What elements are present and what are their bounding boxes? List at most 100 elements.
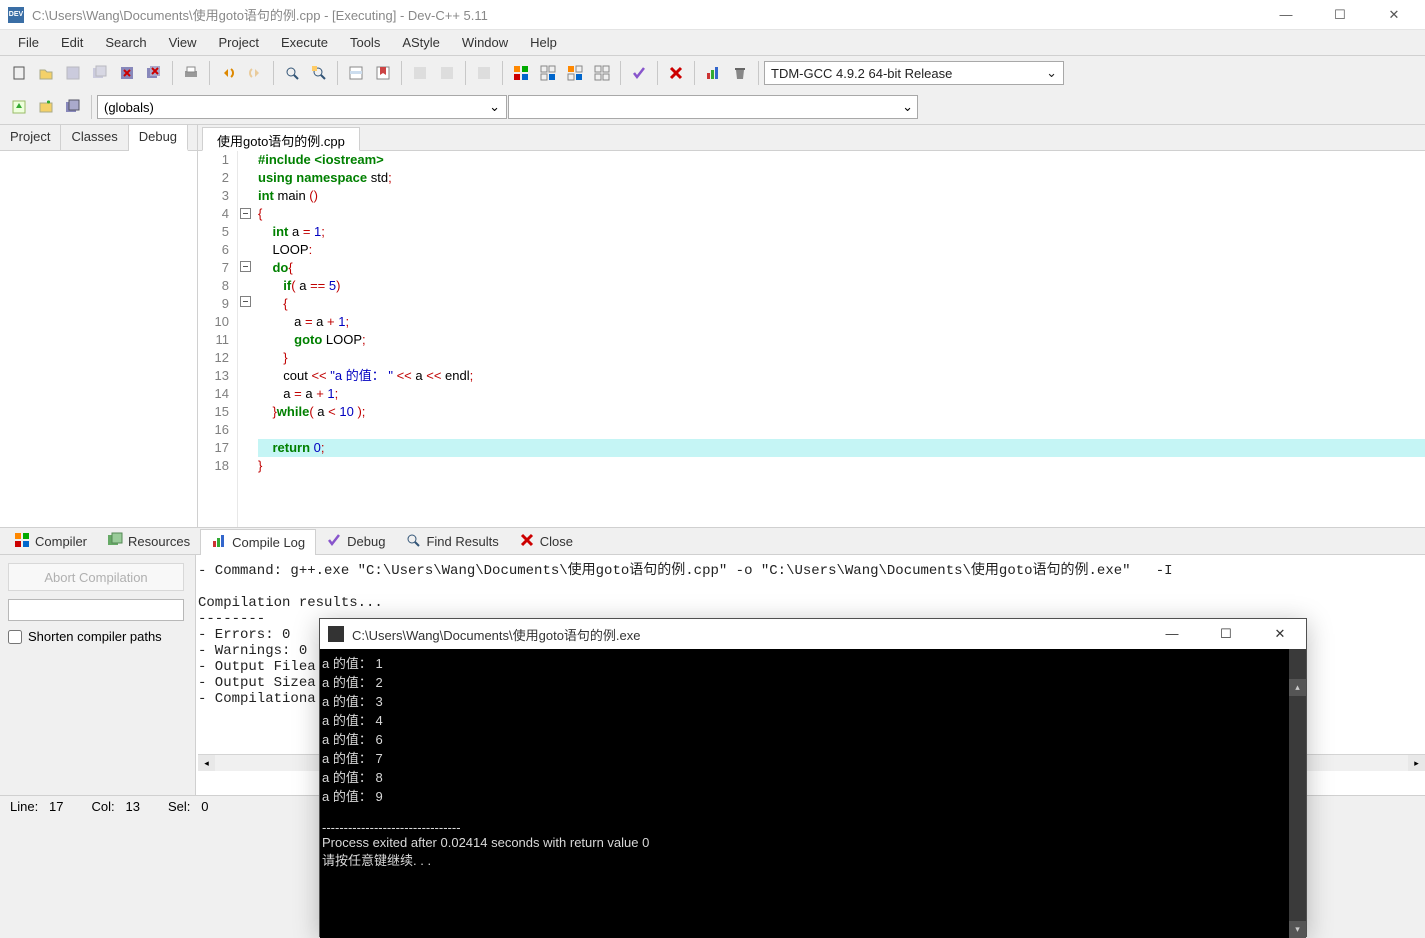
new-file-icon[interactable] xyxy=(6,60,32,86)
shorten-paths-input[interactable] xyxy=(8,630,22,644)
console-scrollbar[interactable]: ▴ ▾ xyxy=(1289,649,1306,938)
code-line[interactable]: { xyxy=(258,295,1425,313)
check-icon xyxy=(326,532,342,551)
replace-icon[interactable] xyxy=(306,60,332,86)
compiler-select[interactable]: TDM-GCC 4.9.2 64-bit Release ⌄ xyxy=(764,61,1064,85)
code-line[interactable]: using namespace std; xyxy=(258,169,1425,187)
window-close[interactable]: ✕ xyxy=(1379,7,1409,23)
bottom-tab-close[interactable]: Close xyxy=(509,529,583,554)
code-line[interactable]: return 0; xyxy=(258,439,1425,457)
save-all-icon[interactable] xyxy=(87,60,113,86)
undo-icon[interactable] xyxy=(215,60,241,86)
new-project-icon[interactable] xyxy=(6,94,32,120)
fold-line xyxy=(238,436,252,454)
scroll-down-icon[interactable]: ▾ xyxy=(1289,921,1306,938)
fold-line xyxy=(238,187,252,205)
trash-icon[interactable] xyxy=(727,60,753,86)
console-titlebar[interactable]: C:\Users\Wang\Documents\使用goto语句的例.exe —… xyxy=(320,619,1306,649)
code-line[interactable]: a = a + 1; xyxy=(258,313,1425,331)
bottom-tab-compile-log[interactable]: Compile Log xyxy=(200,529,316,555)
menu-project[interactable]: Project xyxy=(209,32,269,53)
window-minimize[interactable]: — xyxy=(1271,7,1301,23)
menu-search[interactable]: Search xyxy=(95,32,156,53)
fold-line xyxy=(238,275,252,293)
shorten-paths-checkbox[interactable]: Shorten compiler paths xyxy=(8,629,187,644)
grid3-icon[interactable] xyxy=(562,60,588,86)
editor-tab[interactable]: 使用goto语句的例.cpp xyxy=(202,127,360,151)
member-select[interactable]: ⌄ xyxy=(508,95,918,119)
menu-help[interactable]: Help xyxy=(520,32,567,53)
code-line[interactable]: a = a + 1; xyxy=(258,385,1425,403)
scroll-right-icon[interactable]: ▸ xyxy=(1408,755,1425,771)
menu-tools[interactable]: Tools xyxy=(340,32,390,53)
remove-file-icon[interactable] xyxy=(60,94,86,120)
console-window[interactable]: C:\Users\Wang\Documents\使用goto语句的例.exe —… xyxy=(319,618,1307,937)
left-tab-debug[interactable]: Debug xyxy=(129,125,188,151)
toolbars: TDM-GCC 4.9.2 64-bit Release ⌄ (globals)… xyxy=(0,56,1425,125)
compile-icon[interactable] xyxy=(407,60,433,86)
find-icon[interactable] xyxy=(279,60,305,86)
rebuild-icon[interactable] xyxy=(471,60,497,86)
sb-col-label: Col: xyxy=(92,799,115,814)
fold-toggle-icon[interactable] xyxy=(240,261,251,272)
code-line[interactable]: } xyxy=(258,349,1425,367)
scroll-up-icon[interactable]: ▴ xyxy=(1289,679,1306,696)
bottom-tab-compiler[interactable]: Compiler xyxy=(4,529,97,554)
source-code[interactable]: #include <iostream>using namespace std;i… xyxy=(252,151,1425,527)
code-line[interactable]: goto LOOP; xyxy=(258,331,1425,349)
menu-file[interactable]: File xyxy=(8,32,49,53)
code-line[interactable]: #include <iostream> xyxy=(258,151,1425,169)
menu-window[interactable]: Window xyxy=(452,32,518,53)
code-line[interactable]: int main () xyxy=(258,187,1425,205)
close-all-icon[interactable] xyxy=(141,60,167,86)
open-file-icon[interactable] xyxy=(33,60,59,86)
globals-select-label: (globals) xyxy=(104,100,154,115)
bottom-tab-find-results[interactable]: Find Results xyxy=(395,529,508,554)
close-file-icon[interactable] xyxy=(114,60,140,86)
grid2-icon[interactable] xyxy=(535,60,561,86)
console-minimize[interactable]: — xyxy=(1154,626,1190,642)
profile-icon[interactable] xyxy=(700,60,726,86)
code-line[interactable]: do{ xyxy=(258,259,1425,277)
scroll-left-icon[interactable]: ◂ xyxy=(198,755,215,771)
menu-astyle[interactable]: AStyle xyxy=(392,32,450,53)
fold-toggle-icon[interactable] xyxy=(240,296,251,307)
add-file-icon[interactable] xyxy=(33,94,59,120)
grid1-icon[interactable] xyxy=(508,60,534,86)
redo-icon[interactable] xyxy=(242,60,268,86)
run-icon[interactable] xyxy=(434,60,460,86)
grid-icon xyxy=(14,532,30,551)
menu-edit[interactable]: Edit xyxy=(51,32,93,53)
menu-view[interactable]: View xyxy=(159,32,207,53)
bottom-tab-resources[interactable]: Resources xyxy=(97,529,200,554)
save-icon[interactable] xyxy=(60,60,86,86)
code-line[interactable]: { xyxy=(258,205,1425,223)
console-maximize[interactable]: ☐ xyxy=(1208,626,1244,642)
globals-select[interactable]: (globals) ⌄ xyxy=(97,95,507,119)
code-line[interactable]: LOOP: xyxy=(258,241,1425,259)
code-line[interactable] xyxy=(258,421,1425,439)
code-line[interactable]: int a = 1; xyxy=(258,223,1425,241)
goto-line-icon[interactable] xyxy=(343,60,369,86)
bottom-tab-debug[interactable]: Debug xyxy=(316,529,395,554)
code-line[interactable]: }while( a < 10 ); xyxy=(258,403,1425,421)
left-tab-classes[interactable]: Classes xyxy=(61,125,128,150)
print-icon[interactable] xyxy=(178,60,204,86)
grid4-icon[interactable] xyxy=(589,60,615,86)
fold-toggle-icon[interactable] xyxy=(240,208,251,219)
menu-execute[interactable]: Execute xyxy=(271,32,338,53)
bookmark-icon[interactable] xyxy=(370,60,396,86)
sb-sel-label: Sel: xyxy=(168,799,190,814)
line-gutter: 123456789101112131415161718 xyxy=(198,151,238,527)
debug-check-icon[interactable] xyxy=(626,60,652,86)
fold-column xyxy=(238,151,252,527)
left-tab-project[interactable]: Project xyxy=(0,125,61,150)
code-line[interactable]: } xyxy=(258,457,1425,475)
console-close[interactable]: ✕ xyxy=(1262,626,1298,642)
code-line[interactable]: if( a == 5) xyxy=(258,277,1425,295)
console-output[interactable]: a 的值： 1 a 的值： 2 a 的值： 3 a 的值： 4 a 的值： 6 … xyxy=(320,649,1306,938)
stop-icon[interactable] xyxy=(663,60,689,86)
window-maximize[interactable]: ☐ xyxy=(1325,7,1355,23)
code-editor[interactable]: 123456789101112131415161718 #include <io… xyxy=(198,151,1425,527)
code-line[interactable]: cout << "a 的值： " << a << endl; xyxy=(258,367,1425,385)
